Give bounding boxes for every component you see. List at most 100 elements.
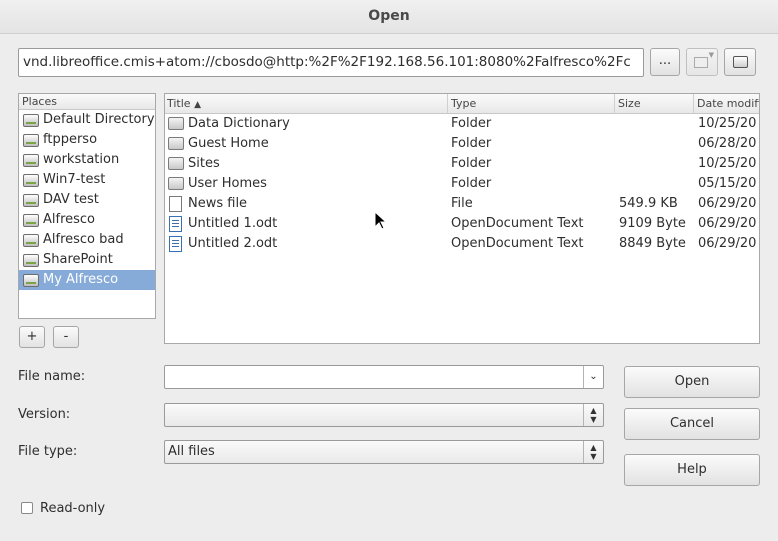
file-title: Untitled 1.odt xyxy=(188,216,278,231)
help-button[interactable]: Help xyxy=(624,454,760,486)
places-header: Places xyxy=(19,94,155,110)
file-type: Folder xyxy=(451,176,492,191)
file-date: 06/29/20 xyxy=(698,196,757,211)
folder-icon xyxy=(168,117,184,130)
file-date: 06/28/20 xyxy=(698,136,757,151)
drive-icon xyxy=(23,194,39,207)
file-icon xyxy=(169,196,182,212)
version-label: Version: xyxy=(18,407,71,422)
file-size xyxy=(619,154,689,174)
file-row[interactable]: Sites Folder 10/25/20 xyxy=(165,154,759,174)
folder-icon xyxy=(168,177,184,190)
column-header-title[interactable]: Title ▲ xyxy=(165,94,448,114)
column-header-date[interactable]: Date modifi xyxy=(695,94,759,114)
read-only-label[interactable]: Read-only xyxy=(40,501,105,516)
file-list: Title ▲ Type Size Date modifi Data Dicti… xyxy=(164,93,760,344)
odt-file-icon xyxy=(169,236,182,252)
file-title: News file xyxy=(188,196,248,211)
file-row[interactable]: User Homes Folder 05/15/20 xyxy=(165,174,759,194)
file-type: OpenDocument Text xyxy=(451,236,584,251)
drive-icon xyxy=(23,254,39,267)
drive-icon xyxy=(23,134,39,147)
sort-ascending-icon: ▲ xyxy=(194,100,201,110)
file-title: Sites xyxy=(188,156,220,171)
place-label: workstation xyxy=(43,152,120,167)
level-up-icon xyxy=(694,57,708,68)
folder-icon xyxy=(168,137,184,150)
file-type: OpenDocument Text xyxy=(451,216,584,231)
cancel-button[interactable]: Cancel xyxy=(624,408,760,440)
file-date: 10/25/20 xyxy=(698,156,757,171)
place-item-ftpperso[interactable]: ftpperso xyxy=(19,130,155,150)
version-select[interactable]: ▲ ▼ xyxy=(164,403,604,427)
browse-server-button[interactable]: ... xyxy=(650,48,680,76)
file-row[interactable]: News file File 549.9 KB 06/29/20 xyxy=(165,194,759,214)
file-type-label: File type: xyxy=(18,444,78,459)
drive-icon xyxy=(23,114,39,127)
place-label: Alfresco xyxy=(43,212,96,227)
mouse-cursor-icon xyxy=(374,211,386,230)
place-label: ftpperso xyxy=(43,132,98,147)
file-type: Folder xyxy=(451,156,492,171)
file-date: 05/15/20 xyxy=(698,176,757,191)
column-header-size[interactable]: Size xyxy=(616,94,694,114)
file-date: 06/29/20 xyxy=(698,216,757,231)
folder-icon xyxy=(168,157,184,170)
url-input[interactable]: vnd.libreoffice.cmis+atom://cbosdo@http:… xyxy=(18,48,644,77)
file-date: 10/25/20 xyxy=(698,116,757,131)
file-name-input[interactable]: ⌄ xyxy=(164,365,604,389)
place-label: Alfresco bad xyxy=(43,232,124,247)
odt-file-icon xyxy=(169,216,182,232)
window-title: Open xyxy=(0,0,778,34)
remove-place-button[interactable]: - xyxy=(53,326,79,348)
file-date: 06/29/20 xyxy=(698,236,757,251)
place-label: Default Directory xyxy=(43,112,155,127)
file-size: 8849 Byte xyxy=(619,236,686,251)
place-item-dav-test[interactable]: DAV test xyxy=(19,190,155,210)
place-item-win7-test[interactable]: Win7-test xyxy=(19,170,155,190)
file-title: Guest Home xyxy=(188,136,269,151)
file-type: Folder xyxy=(451,136,492,151)
chevron-down-icon: ▼ xyxy=(708,51,714,59)
file-type-select[interactable]: All files ▲ ▼ xyxy=(164,440,604,464)
place-label: SharePoint xyxy=(43,252,113,267)
file-size: 9109 Byte xyxy=(619,216,686,231)
drive-icon xyxy=(23,234,39,247)
file-row[interactable]: Untitled 2.odt OpenDocument Text 8849 By… xyxy=(165,234,759,254)
column-header-type[interactable]: Type xyxy=(449,94,615,114)
places-list: Places Default Directory ftpperso workst… xyxy=(18,93,156,319)
place-item-default-directory[interactable]: Default Directory xyxy=(19,110,155,130)
drive-icon xyxy=(23,274,39,287)
file-name-label: File name: xyxy=(18,369,86,384)
file-row[interactable]: Guest Home Folder 06/28/20 xyxy=(165,134,759,154)
open-button[interactable]: Open xyxy=(624,366,760,398)
place-item-alfresco-bad[interactable]: Alfresco bad xyxy=(19,230,155,250)
file-size xyxy=(619,114,689,134)
drive-icon xyxy=(23,214,39,227)
file-row[interactable]: Untitled 1.odt OpenDocument Text 9109 By… xyxy=(165,214,759,234)
file-size xyxy=(619,174,689,194)
place-item-sharepoint[interactable]: SharePoint xyxy=(19,250,155,270)
new-folder-icon xyxy=(733,56,748,68)
create-folder-button[interactable] xyxy=(724,48,756,76)
file-size: 549.9 KB xyxy=(619,196,678,211)
place-item-workstation[interactable]: workstation xyxy=(19,150,155,170)
file-type: File xyxy=(451,196,473,211)
read-only-checkbox[interactable] xyxy=(21,502,33,514)
place-item-alfresco[interactable]: Alfresco xyxy=(19,210,155,230)
file-title: Untitled 2.odt xyxy=(188,236,278,251)
up-down-arrows-icon: ▲ ▼ xyxy=(583,441,603,463)
drive-icon xyxy=(23,154,39,167)
file-row[interactable]: Data Dictionary Folder 10/25/20 xyxy=(165,114,759,134)
drive-icon xyxy=(23,174,39,187)
place-label: DAV test xyxy=(43,192,99,207)
file-type-value: All files xyxy=(168,444,215,459)
column-title-label: Title xyxy=(167,97,191,110)
level-up-button[interactable]: ▼ xyxy=(686,48,718,76)
place-label: My Alfresco xyxy=(43,272,119,287)
chevron-down-icon[interactable]: ⌄ xyxy=(583,366,603,388)
add-place-button[interactable]: + xyxy=(19,326,45,348)
file-list-header: Title ▲ Type Size Date modifi xyxy=(165,94,759,114)
place-item-my-alfresco[interactable]: My Alfresco xyxy=(19,270,155,290)
file-size xyxy=(619,134,689,154)
